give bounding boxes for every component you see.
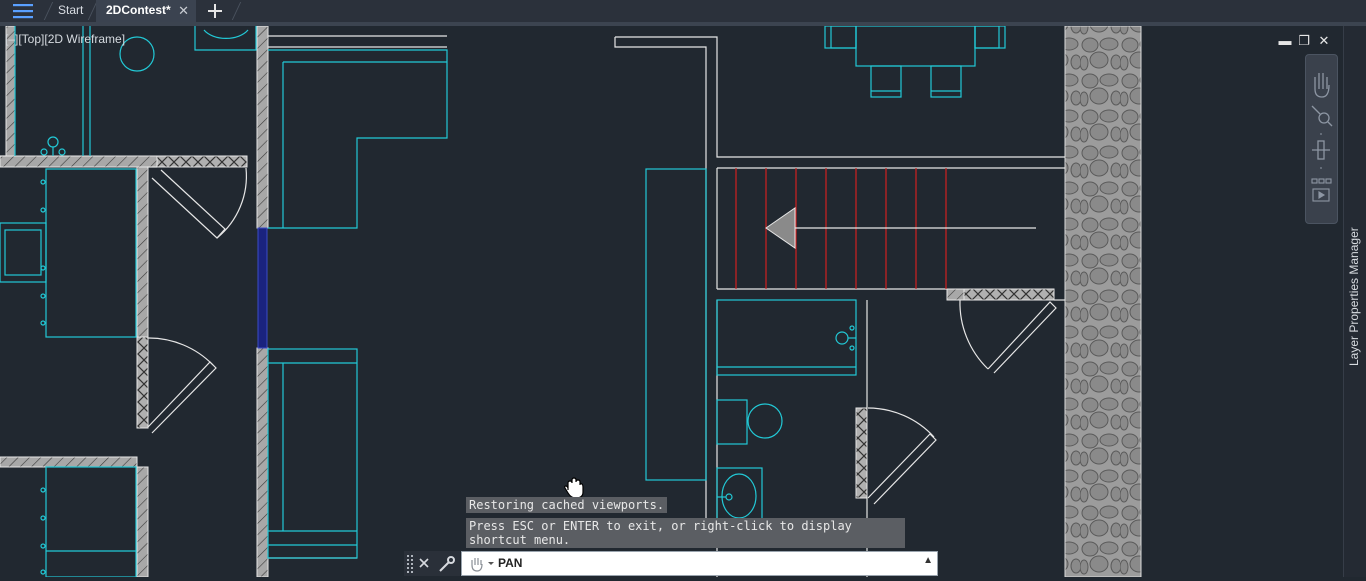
tab-start[interactable]: Start bbox=[58, 0, 83, 22]
viewport-restore-button[interactable]: ❐ bbox=[1297, 34, 1311, 48]
grip-icon[interactable] bbox=[407, 555, 413, 573]
tab-2dcontest[interactable]: 2DContest* ✕ bbox=[96, 0, 196, 22]
stairs bbox=[735, 168, 1036, 289]
drawing-canvas[interactable] bbox=[0, 26, 1343, 577]
navigation-bar bbox=[1305, 54, 1338, 224]
window-glass bbox=[257, 227, 268, 349]
furniture bbox=[0, 26, 1006, 577]
navbar-zoom-icon[interactable] bbox=[1311, 105, 1333, 127]
close-icon[interactable] bbox=[419, 558, 429, 568]
command-prompt-line: Press ESC or ENTER to exit, or right-cli… bbox=[466, 518, 905, 548]
viewport-close-button[interactable]: ✕ bbox=[1317, 34, 1331, 48]
tab-label: 2DContest* bbox=[106, 3, 171, 17]
close-icon[interactable]: ✕ bbox=[178, 0, 189, 21]
navbar-showmotion-icon[interactable] bbox=[1311, 178, 1332, 202]
hatched-walls bbox=[0, 26, 1055, 577]
menu-icon[interactable] bbox=[13, 3, 33, 19]
stone-wall bbox=[1064, 26, 1142, 577]
file-tab-bar: Start 2DContest* ✕ bbox=[0, 0, 1366, 22]
navbar-pan-icon[interactable] bbox=[1314, 73, 1330, 98]
wall-lines bbox=[0, 35, 1065, 577]
viewport-label[interactable]: [–][Top][2D Wireframe] bbox=[5, 32, 125, 46]
layer-properties-tab-label[interactable]: Layer Properties Manager bbox=[1347, 227, 1361, 366]
navbar-orbit-icon[interactable] bbox=[1312, 140, 1330, 160]
pan-hand-icon[interactable] bbox=[468, 555, 496, 573]
add-tab-icon[interactable] bbox=[205, 1, 225, 21]
command-line-input[interactable]: PAN ▲ bbox=[461, 551, 938, 576]
command-line-tools bbox=[404, 551, 460, 576]
wrench-icon[interactable] bbox=[439, 556, 455, 572]
command-history-line: Restoring cached viewports. bbox=[466, 497, 668, 513]
command-input-text: PAN bbox=[498, 556, 523, 570]
stair-direction-arrow bbox=[765, 207, 796, 249]
layer-properties-panel[interactable]: Layer Properties Manager bbox=[1343, 26, 1366, 577]
command-history-button[interactable]: ▲ bbox=[923, 555, 933, 566]
viewport-minimize-button[interactable]: ▬ bbox=[1278, 34, 1292, 48]
doors bbox=[147, 167, 1057, 505]
